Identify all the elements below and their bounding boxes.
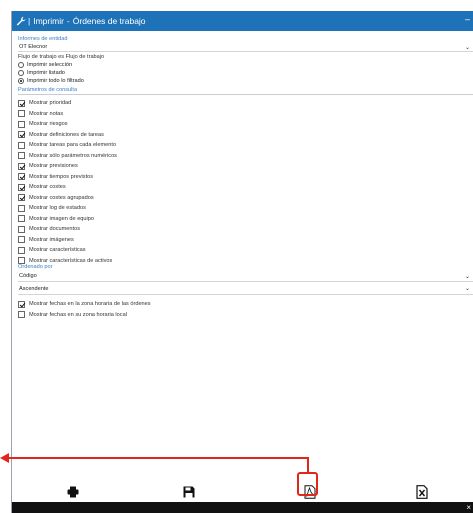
query-param-option-label: Mostrar definiciones de tareas xyxy=(29,131,104,138)
checkbox[interactable] xyxy=(18,162,25,170)
query-param-option[interactable]: Mostrar sólo parámetros numéricos xyxy=(18,151,473,162)
workflow-option-label: Imprimir selección xyxy=(27,62,73,68)
workflow-option[interactable]: Imprimir selección xyxy=(18,61,473,69)
checkbox[interactable] xyxy=(18,131,25,139)
annotation-arrow-head xyxy=(0,453,9,463)
query-param-option[interactable]: Mostrar documentos xyxy=(18,224,473,235)
workflow-option-label: Imprimir todo lo filtrado xyxy=(27,78,84,84)
workflow-options: Imprimir selección Imprimir listado Imprim… xyxy=(18,61,473,85)
checkbox[interactable] xyxy=(18,152,25,160)
bottom-bar: × xyxy=(12,502,473,513)
checkbox[interactable] xyxy=(18,99,25,107)
order-direction-value: Ascendente xyxy=(19,285,49,292)
chevron-down-icon: ⌄ xyxy=(464,44,470,51)
query-param-option[interactable]: Mostrar definiciones de tareas xyxy=(18,130,473,141)
query-params-list: Mostrar prioridad Mostrar notas Mostrar ri… xyxy=(18,98,473,266)
query-param-option[interactable]: Mostrar costes xyxy=(18,182,473,193)
query-param-option-label: Mostrar documentos xyxy=(29,226,80,233)
query-param-option-label: Mostrar log de estados xyxy=(29,205,86,212)
checkbox[interactable] xyxy=(18,173,25,181)
query-param-option-label: Mostrar características de activos xyxy=(29,257,113,264)
query-param-option[interactable]: Mostrar log de estados xyxy=(18,203,473,214)
query-param-option[interactable]: Mostrar imagen de equipo xyxy=(18,214,473,225)
order-field-value: Código xyxy=(19,273,37,279)
query-param-option-label: Mostrar tareas para cada elemento xyxy=(29,142,117,149)
title-bar: | Imprimir - Órdenes de trabajo – xyxy=(12,11,473,31)
title-prefix: Imprimir xyxy=(33,16,64,26)
save-button[interactable] xyxy=(183,485,195,499)
checkbox[interactable] xyxy=(18,141,25,149)
query-param-option-label: Mostrar costes xyxy=(29,184,66,191)
checkbox[interactable] xyxy=(18,215,25,223)
query-param-option[interactable]: Mostrar prioridad xyxy=(18,98,473,109)
timezone-options: Mostrar fechas en la zona horaria de las… xyxy=(18,299,473,320)
order-by-label: Ordenado por xyxy=(18,264,53,270)
chevron-down-icon: ⌄ xyxy=(464,286,470,292)
query-param-option[interactable]: Mostrar imágenes xyxy=(18,235,473,246)
query-param-option[interactable]: Mostrar previsiones xyxy=(18,161,473,172)
checkbox[interactable] xyxy=(18,257,25,265)
checkbox[interactable] xyxy=(18,311,25,319)
query-param-option-label: Mostrar prioridad xyxy=(29,100,72,107)
checkbox[interactable] xyxy=(18,236,25,244)
chevron-down-icon: ⌄ xyxy=(464,273,470,280)
checkbox[interactable] xyxy=(18,110,25,118)
checkbox[interactable] xyxy=(18,246,25,254)
checkbox[interactable] xyxy=(18,183,25,191)
workflow-label: Flujo de trabajo es Flujo de trabajo xyxy=(18,54,105,60)
annotation-arrow-horizontal xyxy=(6,457,309,459)
timezone-option[interactable]: Mostrar fechas en la zona horaria de las… xyxy=(18,299,473,310)
timezone-option[interactable]: Mostrar fechas en su zona horaria local xyxy=(18,310,473,321)
excel-icon xyxy=(416,485,428,499)
window-title: Órdenes de trabajo xyxy=(72,16,146,26)
query-param-option-label: Mostrar previsiones xyxy=(29,163,78,170)
checkbox[interactable] xyxy=(18,120,25,128)
query-param-option-label: Mostrar imagen de equipo xyxy=(29,215,94,222)
pdf-highlight-box xyxy=(297,472,318,496)
query-param-option-label: Mostrar riesgos xyxy=(29,121,68,128)
query-param-option[interactable]: Mostrar características xyxy=(18,245,473,256)
query-param-option[interactable]: Mostrar notas xyxy=(18,109,473,120)
query-param-option[interactable]: Mostrar tiempos previstos xyxy=(18,172,473,183)
checkbox[interactable] xyxy=(18,225,25,233)
order-direction-select[interactable]: Ascendente ⌄ xyxy=(18,283,473,295)
timezone-option-label: Mostrar fechas en la zona horaria de las… xyxy=(29,301,151,308)
wrench-icon xyxy=(16,16,26,26)
workflow-option[interactable]: Imprimir todo lo filtrado xyxy=(18,77,473,85)
printer-icon xyxy=(67,486,79,498)
print-dialog: | Imprimir - Órdenes de trabajo – Inform… xyxy=(11,11,473,513)
checkbox[interactable] xyxy=(18,204,25,212)
minimize-button[interactable]: – xyxy=(465,14,470,24)
title-separator: - xyxy=(66,16,70,26)
query-param-option-label: Mostrar características xyxy=(29,247,86,254)
query-param-option[interactable]: Mostrar tareas para cada elemento xyxy=(18,140,473,151)
checkbox[interactable] xyxy=(18,300,25,308)
print-button[interactable] xyxy=(67,485,79,499)
excel-button[interactable] xyxy=(416,485,428,499)
radio-button[interactable] xyxy=(18,62,24,68)
radio-button[interactable] xyxy=(18,78,24,84)
query-param-option[interactable]: Mostrar riesgos xyxy=(18,119,473,130)
save-icon xyxy=(183,486,195,498)
close-button[interactable]: × xyxy=(466,502,471,513)
workflow-option-label: Imprimir listado xyxy=(27,70,65,76)
query-param-option-label: Mostrar imágenes xyxy=(29,236,74,243)
title-divider: | xyxy=(28,16,31,26)
workflow-option[interactable]: Imprimir listado xyxy=(18,69,473,77)
annotation-arrow-vertical xyxy=(307,457,309,473)
query-param-option-label: Mostrar costes agrupados xyxy=(29,194,94,201)
order-field-select[interactable]: Código ⌄ xyxy=(18,271,473,282)
timezone-option-label: Mostrar fechas en su zona horaria local xyxy=(29,311,127,318)
query-param-option-label: Mostrar sólo parámetros numéricos xyxy=(29,152,117,159)
query-params-label: Parámetros de consulta xyxy=(18,87,473,95)
query-param-option-label: Mostrar notas xyxy=(29,110,64,117)
query-param-option[interactable]: Mostrar costes agrupados xyxy=(18,193,473,204)
radio-button[interactable] xyxy=(18,70,24,76)
entity-reports-label: Informes de entidad xyxy=(18,36,68,42)
dialog-body: Informes de entidad OT Elecnor ⌄ Flujo d… xyxy=(12,31,473,320)
entity-reports-value: OT Elecnor xyxy=(19,44,48,50)
entity-reports-select[interactable]: OT Elecnor ⌄ xyxy=(18,43,473,52)
query-param-option-label: Mostrar tiempos previstos xyxy=(29,173,94,180)
checkbox[interactable] xyxy=(18,194,25,202)
